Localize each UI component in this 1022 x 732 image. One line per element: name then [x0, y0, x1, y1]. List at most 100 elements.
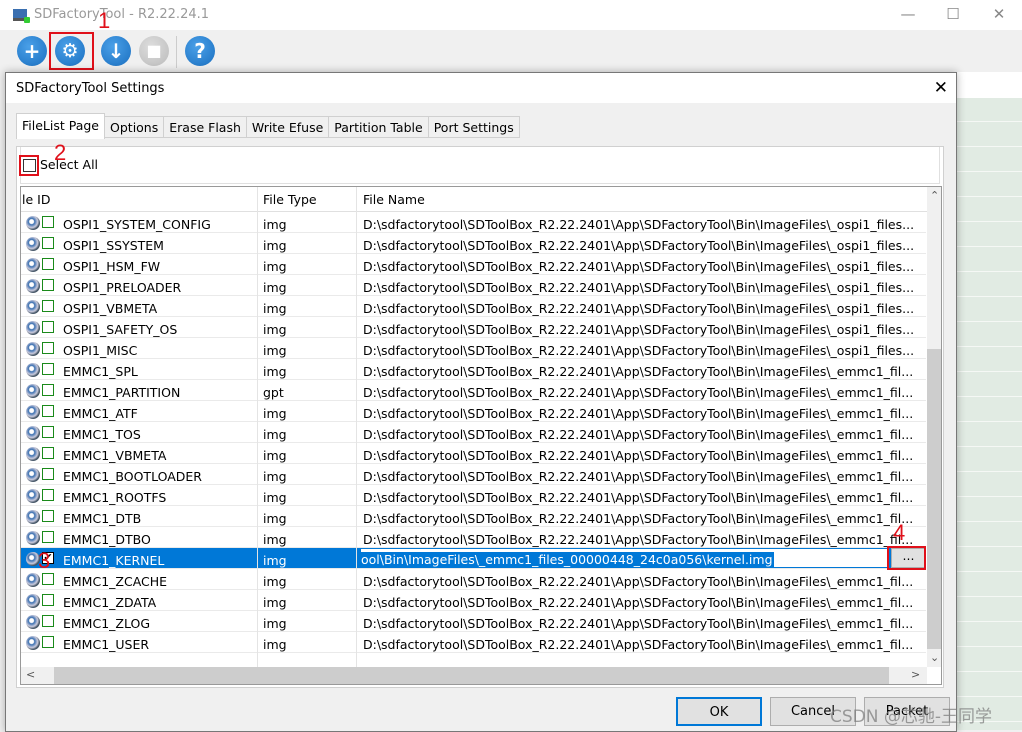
table-row[interactable]: EMMC1_TOS img D:\sdfactorytool\SDToolBox_…	[21, 422, 926, 443]
row-checkbox[interactable]	[42, 489, 54, 501]
tab-filelist-page[interactable]: FileList Page	[16, 113, 106, 139]
dialog-close-button[interactable]: ✕	[934, 78, 948, 98]
table-row[interactable]: OSPI1_MISC img D:\sdfactorytool\SDToolBox…	[21, 338, 926, 359]
tab-write-efuse[interactable]: Write Efuse	[246, 116, 330, 138]
row-file-type: img	[263, 553, 287, 568]
watermark: CSDN @芯驰-王同学	[830, 707, 993, 727]
maximize-button[interactable]: ☐	[938, 5, 968, 23]
minimize-button[interactable]: —	[893, 5, 923, 23]
tab-partition-table[interactable]: Partition Table	[329, 116, 429, 138]
row-checkbox[interactable]	[42, 237, 54, 249]
table-row[interactable]: ✔ EMMC1_KERNEL img ool\Bin\ImageFiles\_em…	[21, 548, 926, 569]
row-id: OSPI1_HSM_FW	[63, 259, 161, 274]
horizontal-scroll-thumb[interactable]	[54, 667, 889, 684]
row-id: OSPI1_SYSTEM_CONFIG	[63, 217, 211, 232]
tab-options[interactable]: Options	[105, 116, 165, 138]
stop-button[interactable]: ■	[139, 36, 169, 66]
horizontal-scrollbar[interactable]: < >	[21, 667, 927, 684]
disk-icon	[26, 594, 40, 608]
row-file-type: img	[263, 511, 287, 526]
row-checkbox[interactable]	[42, 636, 54, 648]
scroll-up-icon[interactable]: ⌃	[930, 189, 939, 202]
table-row[interactable]: EMMC1_BOOTLOADER img D:\sdfactorytool\SDT…	[21, 464, 926, 485]
row-file-type: img	[263, 217, 287, 232]
table-row[interactable]: OSPI1_SSYSTEM img D:\sdfactorytool\SDTool…	[21, 233, 926, 254]
row-checkbox[interactable]	[42, 216, 54, 228]
disk-icon	[26, 573, 40, 587]
disk-icon	[26, 510, 40, 524]
disk-icon	[26, 447, 40, 461]
row-id: OSPI1_MISC	[63, 343, 138, 358]
row-id: EMMC1_DTB	[63, 511, 142, 526]
table-row[interactable]: EMMC1_PARTITION gpt D:\sdfactorytool\SDTo…	[21, 380, 926, 401]
table-row[interactable]: EMMC1_ATF img D:\sdfactorytool\SDToolBox_…	[21, 401, 926, 422]
table-row[interactable]: EMMC1_ZDATA img D:\sdfactorytool\SDToolBo…	[21, 590, 926, 611]
row-checkbox[interactable]	[42, 300, 54, 312]
row-file-type: img	[263, 532, 287, 547]
row-file-name: D:\sdfactorytool\SDToolBox_R2.22.2401\Ap…	[363, 511, 914, 526]
row-checkbox[interactable]	[42, 615, 54, 627]
row-checkbox[interactable]	[42, 573, 54, 585]
column-header-id[interactable]: le ID	[22, 192, 50, 207]
row-file-type: img	[263, 448, 287, 463]
row-checkbox[interactable]	[42, 279, 54, 291]
table-row[interactable]: EMMC1_DTBO img D:\sdfactorytool\SDToolBox…	[21, 527, 926, 548]
table-row[interactable]: EMMC1_ZLOG img D:\sdfactorytool\SDToolBox…	[21, 611, 926, 632]
row-file-type: img	[263, 595, 287, 610]
row-file-name: D:\sdfactorytool\SDToolBox_R2.22.2401\Ap…	[363, 364, 914, 379]
row-checkbox[interactable]	[42, 384, 54, 396]
row-file-name: D:\sdfactorytool\SDToolBox_R2.22.2401\Ap…	[363, 343, 915, 358]
row-checkbox[interactable]	[42, 531, 54, 543]
row-checkbox[interactable]	[42, 426, 54, 438]
row-checkbox[interactable]	[42, 321, 54, 333]
close-window-button[interactable]: ✕	[984, 5, 1014, 23]
scroll-right-icon[interactable]: >	[911, 668, 920, 681]
disk-icon	[26, 468, 40, 482]
row-checkbox[interactable]	[42, 447, 54, 459]
tab-erase-flash[interactable]: Erase Flash	[164, 116, 247, 138]
table-row[interactable]: EMMC1_SPL img D:\sdfactorytool\SDToolBox_…	[21, 359, 926, 380]
row-file-name: D:\sdfactorytool\SDToolBox_R2.22.2401\Ap…	[363, 637, 914, 652]
vertical-scroll-thumb[interactable]	[927, 349, 941, 649]
scroll-left-icon[interactable]: <	[26, 668, 35, 681]
disk-icon	[26, 636, 40, 650]
row-checkbox[interactable]	[42, 405, 54, 417]
row-file-type: img	[263, 364, 287, 379]
file-name-input[interactable]: ool\Bin\ImageFiles\_emmc1_files_00000448…	[360, 548, 890, 568]
row-file-name: D:\sdfactorytool\SDToolBox_R2.22.2401\Ap…	[363, 259, 915, 274]
table-row[interactable]: EMMC1_USER img D:\sdfactorytool\SDToolBox…	[21, 632, 926, 653]
row-checkbox[interactable]	[42, 363, 54, 375]
table-row[interactable]: OSPI1_VBMETA img D:\sdfactorytool\SDToolB…	[21, 296, 926, 317]
table-row[interactable]: EMMC1_ZCACHE img D:\sdfactorytool\SDToolB…	[21, 569, 926, 590]
column-header-file-type[interactable]: File Type	[263, 192, 317, 207]
disk-icon	[26, 342, 40, 356]
add-button[interactable]: +	[17, 36, 47, 66]
table-row[interactable]: OSPI1_SAFETY_OS img D:\sdfactorytool\SDTo…	[21, 317, 926, 338]
row-file-type: img	[263, 490, 287, 505]
vertical-scrollbar[interactable]: ⌃ ⌄	[927, 187, 941, 667]
row-checkbox[interactable]	[42, 594, 54, 606]
download-button[interactable]: ↓	[101, 36, 131, 66]
row-checkbox[interactable]	[42, 342, 54, 354]
disk-icon	[26, 426, 40, 440]
table-row[interactable]: OSPI1_SYSTEM_CONFIG img D:\sdfactorytool\…	[21, 212, 926, 233]
row-file-type: img	[263, 301, 287, 316]
help-button[interactable]: ?	[185, 36, 215, 66]
table-row[interactable]: EMMC1_ROOTFS img D:\sdfactorytool\SDToolB…	[21, 485, 926, 506]
table-row[interactable]: EMMC1_VBMETA img D:\sdfactorytool\SDToolB…	[21, 443, 926, 464]
column-header-file-name[interactable]: File Name	[363, 192, 425, 207]
table-row[interactable]: EMMC1_DTB img D:\sdfactorytool\SDToolBox_…	[21, 506, 926, 527]
tab-port-settings[interactable]: Port Settings	[428, 116, 520, 138]
table-row[interactable]: OSPI1_HSM_FW img D:\sdfactorytool\SDToolB…	[21, 254, 926, 275]
row-id: EMMC1_KERNEL	[63, 553, 165, 568]
row-checkbox[interactable]	[42, 468, 54, 480]
row-id: EMMC1_ZLOG	[63, 616, 151, 631]
row-id: OSPI1_PRELOADER	[63, 280, 182, 295]
row-file-name: D:\sdfactorytool\SDToolBox_R2.22.2401\Ap…	[363, 385, 914, 400]
ok-button[interactable]: OK	[676, 697, 762, 726]
annotation-box-4	[887, 546, 926, 570]
table-row[interactable]: OSPI1_PRELOADER img D:\sdfactorytool\SDTo…	[21, 275, 926, 296]
row-checkbox[interactable]	[42, 510, 54, 522]
scroll-down-icon[interactable]: ⌄	[930, 651, 939, 664]
row-checkbox[interactable]	[42, 258, 54, 270]
